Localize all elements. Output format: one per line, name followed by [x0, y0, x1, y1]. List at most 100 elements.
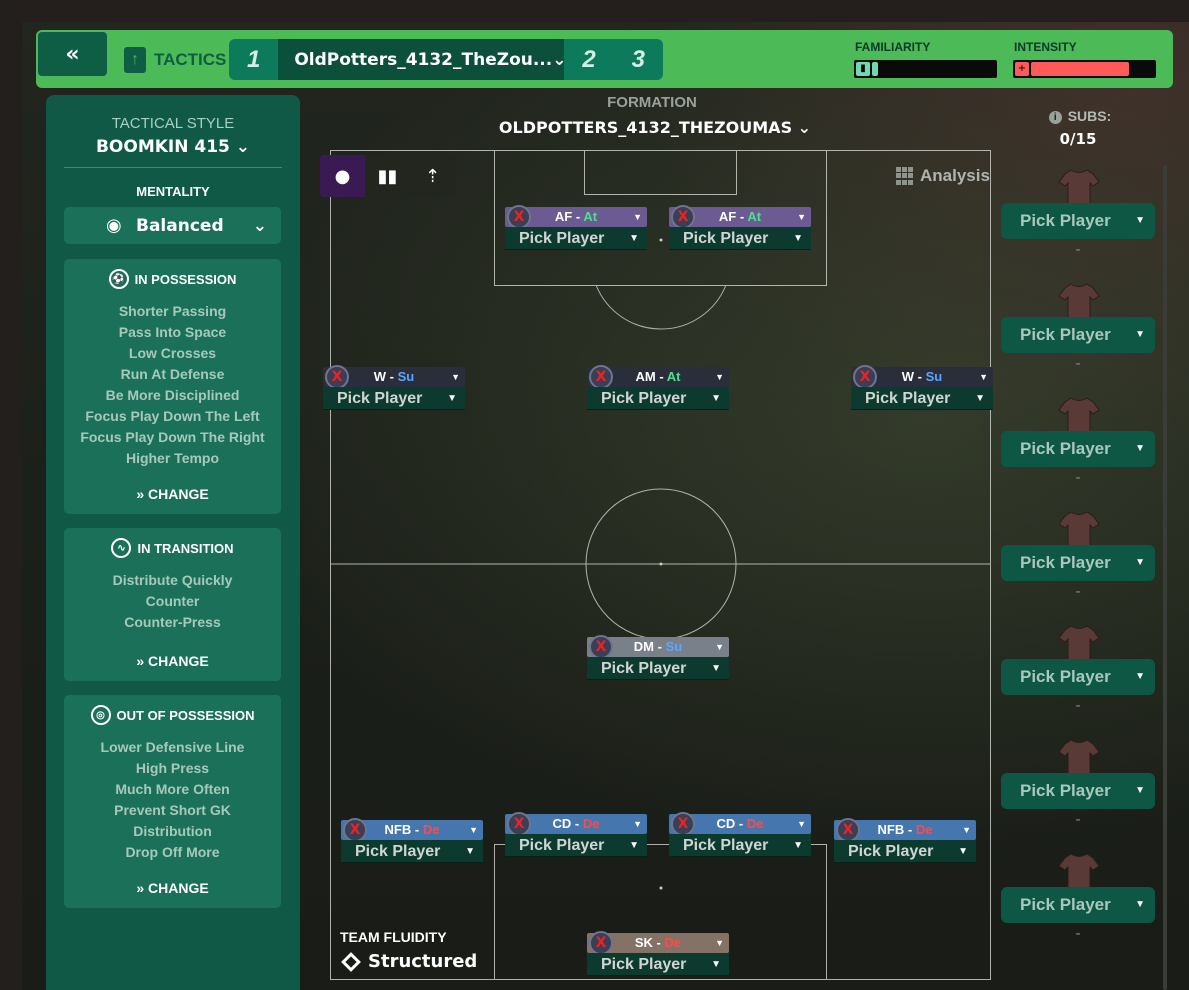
pick-player-select[interactable]: Pick Player ▼ [323, 387, 465, 410]
role-label: CD [716, 816, 736, 831]
ball-icon: ⚽ [108, 269, 129, 289]
tactics-board-icon: ⇡ [424, 165, 441, 187]
remove-icon[interactable]: X [589, 931, 613, 955]
tactical-style-select[interactable]: BOOMKIN 415 ⌄ [46, 137, 300, 157]
sub-pick-player-select[interactable]: Pick Player ▼ [1001, 887, 1155, 923]
player-slot-w: W - Su ▼ X Pick Player ▼ [323, 365, 465, 411]
bar-chart-icon: ▮▮ [377, 165, 398, 187]
double-chevron-left-icon: « [65, 41, 80, 67]
familiarity-fill [872, 62, 878, 76]
tactics-view-button[interactable]: ⇡ [410, 155, 455, 197]
pick-player-select[interactable]: Pick Player ▼ [505, 227, 647, 250]
role-label: AF [554, 209, 573, 224]
stats-view-button[interactable]: ▮▮ [365, 155, 410, 197]
info-icon[interactable]: i [1048, 111, 1062, 124]
caret-down-icon: ▼ [715, 642, 724, 652]
caret-down-icon: ▼ [633, 212, 642, 222]
remove-icon[interactable]: X [507, 205, 531, 229]
back-button[interactable]: « [38, 32, 107, 76]
remove-icon[interactable]: X [671, 205, 695, 229]
remove-icon[interactable]: X [836, 818, 860, 842]
chevron-down-icon: ⌄ [252, 215, 267, 236]
active-tactic-select[interactable]: OldPotters_4132_TheZou... ⌄ [278, 39, 566, 80]
balance-icon: ◉ [106, 215, 122, 236]
sub-pick-player-select[interactable]: Pick Player ▼ [1001, 773, 1155, 809]
instruction-item: Low Crosses [128, 345, 217, 361]
in-transition-change-button[interactable]: » CHANGE [64, 653, 281, 669]
sub-pick-player-select[interactable]: Pick Player ▼ [1001, 431, 1155, 467]
caret-down-icon: ▼ [1135, 329, 1145, 340]
window-frame-left [0, 0, 22, 990]
remove-icon[interactable]: X [853, 365, 877, 389]
player-slot-nfb: NFB - De ▼ X Pick Player ▼ [834, 818, 976, 864]
in-possession-title: IN POSSESSION [134, 271, 237, 287]
mentality-select[interactable]: ◉ Balanced ⌄ [64, 207, 281, 244]
team-fluidity-value[interactable]: Structured [341, 951, 478, 972]
pick-player-select[interactable]: Pick Player ▼ [587, 953, 729, 976]
role-label: NFB [877, 822, 905, 837]
instruction-item: Prevent Short GK [114, 802, 231, 818]
duty-label: De [422, 822, 440, 837]
pick-player-label: Pick Player [683, 230, 769, 247]
tab-tactic-2[interactable]: 2 [564, 39, 613, 80]
pick-player-label: Pick Player [1020, 781, 1111, 800]
in-transition-list: Distribute Quickly Counter Counter-Press [64, 570, 281, 633]
in-possession-change-button[interactable]: » CHANGE [64, 486, 281, 502]
instruction-item: Focus Play Down The Left [85, 408, 260, 424]
pick-player-select[interactable]: Pick Player ▼ [834, 840, 976, 863]
transition-icon: ∿ [111, 538, 132, 558]
remove-icon[interactable]: X [507, 812, 531, 836]
analysis-button[interactable]: Analysis [896, 166, 990, 186]
tab-tactic-3[interactable]: 3 [614, 39, 663, 80]
formation-select[interactable]: OLDPOTTERS_4132_THEZOUMAS ⌄ [490, 118, 820, 137]
role-label: SK [634, 935, 653, 950]
formation-label: FORMATION [607, 94, 697, 111]
remove-icon[interactable]: X [343, 818, 367, 842]
out-of-possession-change-button[interactable]: » CHANGE [64, 880, 281, 896]
remove-icon[interactable]: X [325, 365, 349, 389]
pick-player-select[interactable]: Pick Player ▼ [851, 387, 993, 410]
pick-player-select[interactable]: Pick Player ▼ [505, 834, 647, 857]
familiarity-label: FAMILIARITY [855, 40, 931, 54]
pick-player-label: Pick Player [1020, 895, 1111, 914]
chevron-down-icon: ⌄ [797, 118, 812, 137]
caret-down-icon: ▼ [715, 372, 724, 382]
caret-down-icon: ▼ [797, 212, 806, 222]
intensity-meter[interactable]: + [1013, 60, 1156, 78]
subs-scrollbar[interactable] [1163, 165, 1167, 990]
caret-down-icon: ▼ [975, 393, 985, 404]
sub-pick-player-select[interactable]: Pick Player ▼ [1001, 203, 1155, 239]
pick-player-label: Pick Player [683, 837, 769, 854]
pick-player-select[interactable]: Pick Player ▼ [587, 657, 729, 680]
pick-player-label: Pick Player [601, 390, 687, 407]
sub-pick-player-select[interactable]: Pick Player ▼ [1001, 317, 1155, 353]
caret-down-icon: ▼ [793, 233, 803, 244]
chevron-down-icon: ⌄ [235, 137, 251, 157]
sub-pick-player-select[interactable]: Pick Player ▼ [1001, 659, 1155, 695]
pick-player-label: Pick Player [355, 843, 441, 860]
instruction-item: Focus Play Down The Right [80, 429, 265, 445]
pick-player-select[interactable]: Pick Player ▼ [669, 227, 811, 250]
fluidity-value-text: Structured [368, 951, 478, 972]
sub-pick-player-select[interactable]: Pick Player ▼ [1001, 545, 1155, 581]
player-view-button[interactable]: ● [320, 155, 365, 197]
active-tactic-name: OldPotters_4132_TheZou... [294, 49, 553, 70]
duty-label: Su [397, 369, 415, 384]
tab-tactic-1[interactable]: 1 [229, 39, 278, 80]
remove-icon[interactable]: X [589, 365, 613, 389]
instruction-item: Higher Tempo [125, 450, 220, 466]
caret-down-icon: ▼ [1135, 443, 1145, 454]
familiarity-meter[interactable]: ▮ [854, 60, 997, 78]
change-label: CHANGE [148, 880, 209, 896]
in-possession-panel: ⚽ IN POSSESSION Shorter Passing Pass Into … [64, 259, 281, 514]
caret-down-icon: ▼ [797, 819, 806, 829]
remove-icon[interactable]: X [671, 812, 695, 836]
formation-name: OLDPOTTERS_4132_THEZOUMAS [498, 118, 793, 137]
instruction-item: Run At Defense [120, 366, 225, 382]
pick-player-select[interactable]: Pick Player ▼ [669, 834, 811, 857]
pick-player-label: Pick Player [519, 837, 605, 854]
pick-player-select[interactable]: Pick Player ▼ [587, 387, 729, 410]
caret-down-icon: ▼ [633, 819, 642, 829]
pick-player-select[interactable]: Pick Player ▼ [341, 840, 483, 863]
remove-icon[interactable]: X [589, 635, 613, 659]
